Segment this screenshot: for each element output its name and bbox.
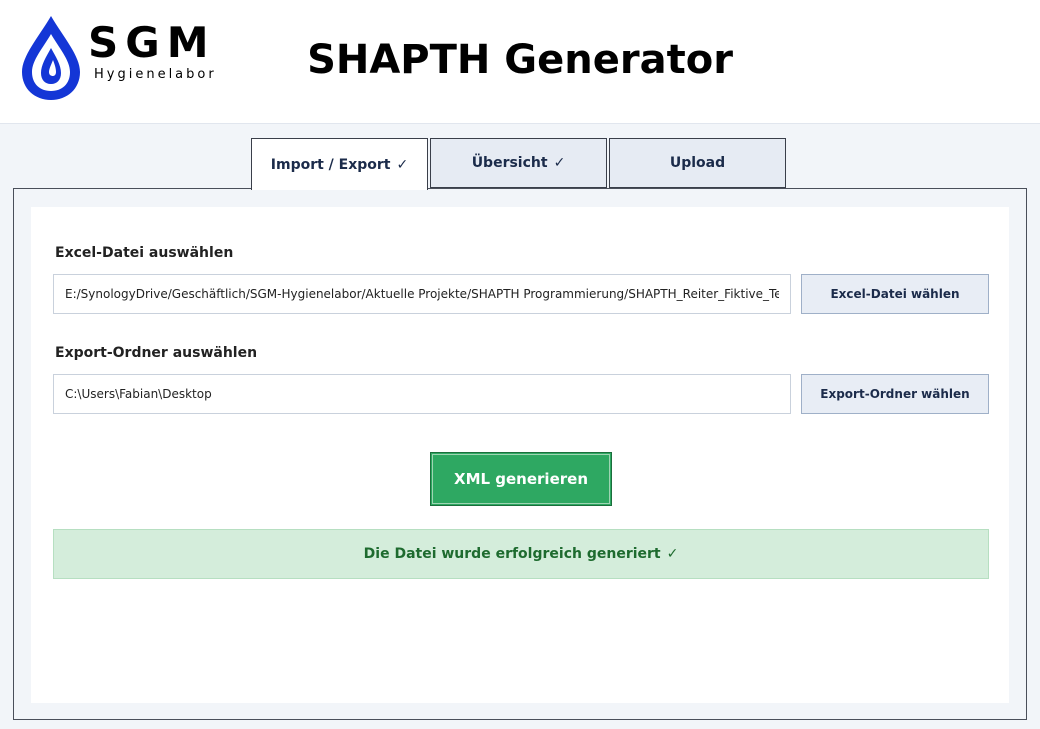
tab-label: Übersicht [471,155,548,171]
generate-xml-button[interactable]: XML generieren [430,452,612,506]
check-icon: ✓ [553,155,566,171]
excel-file-label: Excel-Datei auswählen [55,245,234,261]
import-export-panel: Excel-Datei auswählen Excel-Datei wählen… [13,188,1027,720]
app-header: SGM Hygienelabor SHAPTH Generator [0,0,1040,124]
tab-import-export[interactable]: Import / Export ✓ [251,138,428,190]
panel-content: Excel-Datei auswählen Excel-Datei wählen… [31,207,1009,703]
excel-path-input[interactable] [53,274,791,314]
check-icon: ✓ [396,156,409,173]
tab-label: Upload [669,155,726,171]
export-path-input[interactable] [53,374,791,414]
page-title: SHAPTH Generator [307,37,733,83]
tab-label: Import / Export [270,156,391,173]
tab-upload[interactable]: Upload [609,138,786,188]
success-message: Die Datei wurde erfolgreich generiert ✓ [53,529,989,579]
choose-export-folder-button[interactable]: Export-Ordner wählen [801,374,989,414]
export-folder-label: Export-Ordner auswählen [55,345,258,361]
status-text: Die Datei wurde erfolgreich generiert [363,546,661,562]
tab-uebersicht[interactable]: Übersicht ✓ [430,138,607,188]
check-icon: ✓ [666,546,679,562]
choose-excel-button[interactable]: Excel-Datei wählen [801,274,989,314]
